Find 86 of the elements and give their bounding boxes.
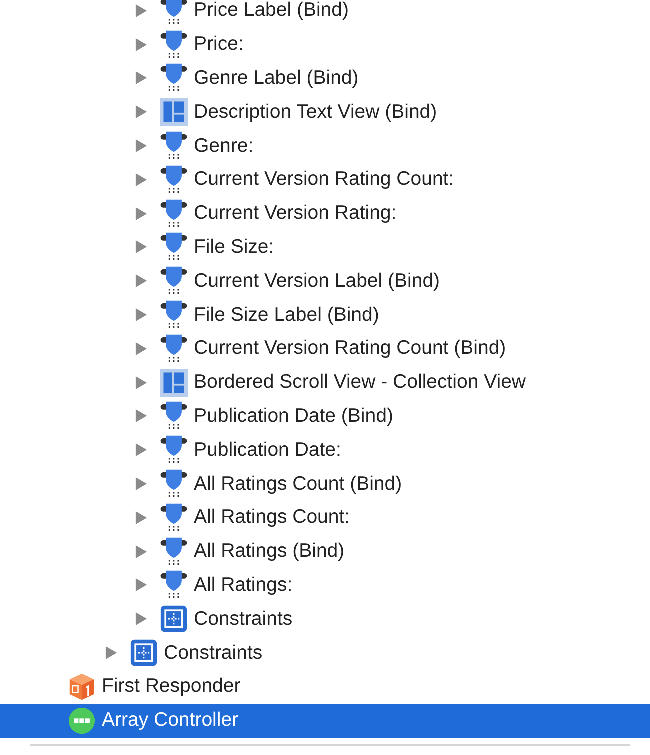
- shield-icon: [160, 198, 188, 229]
- disclosure-triangle-icon[interactable]: [135, 138, 148, 154]
- outline-row[interactable]: Publication Date (Bind): [0, 400, 650, 434]
- outline-row[interactable]: Description Text View (Bind): [0, 95, 650, 130]
- outline-row[interactable]: All Ratings (Bind): [0, 534, 650, 569]
- constraints-icon: [160, 604, 188, 634]
- outline-row[interactable]: Current Version Rating:: [0, 196, 650, 231]
- outline-row[interactable]: File Size:: [0, 230, 650, 264]
- shield-icon: [160, 300, 188, 330]
- shield-icon: [160, 0, 188, 26]
- disclosure-triangle-icon[interactable]: [135, 36, 148, 53]
- disclosure-triangle-icon[interactable]: [135, 374, 148, 391]
- row-label: File Size Label (Bind): [194, 304, 380, 327]
- row-label: Bordered Scroll View - Collection View: [194, 371, 526, 394]
- row-label: Current Version Rating Count:: [194, 168, 454, 192]
- disclosure-triangle-icon[interactable]: [135, 2, 148, 19]
- disclosure-triangle-icon[interactable]: [135, 273, 148, 290]
- shield-icon: [160, 334, 188, 364]
- disclosure-triangle-icon[interactable]: [135, 611, 148, 628]
- outline-row[interactable]: Publication Date:: [0, 433, 650, 468]
- shield-icon: [160, 570, 188, 600]
- disclosure-triangle-icon[interactable]: [135, 172, 148, 188]
- disclosure-triangle-icon[interactable]: [135, 340, 148, 357]
- outline-row[interactable]: Current Version Rating Count:: [0, 162, 650, 197]
- disclosure-triangle-icon[interactable]: [135, 104, 148, 120]
- row-label: Description Text View (Bind): [194, 100, 438, 124]
- disclosure-triangle-icon[interactable]: [135, 544, 148, 560]
- disclosure-triangle-icon[interactable]: [105, 645, 118, 662]
- disclosure-triangle-icon[interactable]: [135, 577, 148, 594]
- disclosure-triangle-icon[interactable]: [135, 442, 148, 458]
- row-label: Constraints: [194, 608, 293, 631]
- shield-icon: [160, 30, 188, 60]
- row-label: Current Version Rating:: [194, 202, 397, 226]
- shield-icon: [160, 401, 188, 432]
- constraints-icon: [130, 638, 158, 668]
- layout-icon: [160, 368, 188, 398]
- outline-row[interactable]: All Ratings Count:: [0, 500, 650, 535]
- row-label: Array Controller: [102, 709, 239, 732]
- outline-row[interactable]: Array Controller: [0, 704, 650, 738]
- row-label: Publication Date:: [194, 438, 342, 462]
- shield-icon: [160, 266, 188, 296]
- row-label: Current Version Rating Count (Bind): [194, 337, 506, 360]
- outline-row[interactable]: Price Label (Bind): [0, 0, 650, 28]
- shield-icon: [160, 536, 188, 567]
- outline-row[interactable]: All Ratings:: [0, 568, 650, 602]
- row-label: All Ratings (Bind): [194, 540, 345, 564]
- disclosure-triangle-icon[interactable]: [135, 70, 148, 86]
- disclosure-triangle-icon[interactable]: [135, 307, 148, 324]
- shield-icon: [160, 469, 188, 500]
- disclosure-triangle-icon[interactable]: [135, 510, 148, 526]
- row-label: First Responder: [102, 675, 241, 698]
- row-label: Genre:: [194, 134, 254, 158]
- outline-row[interactable]: Genre Label (Bind): [0, 62, 650, 96]
- outline-row[interactable]: Genre:: [0, 129, 650, 163]
- row-label: Publication Date (Bind): [194, 404, 394, 428]
- shield-icon: [160, 502, 188, 533]
- row-label: Constraints: [164, 642, 263, 665]
- row-label: All Ratings Count:: [194, 506, 350, 530]
- shield-icon: [160, 435, 188, 466]
- outline-row[interactable]: Price:: [0, 28, 650, 62]
- row-label: Genre Label (Bind): [194, 66, 359, 90]
- outline-row[interactable]: Constraints: [0, 636, 650, 670]
- row-label: Price:: [194, 33, 244, 56]
- row-label: All Ratings:: [194, 574, 293, 597]
- disclosure-triangle-icon[interactable]: [135, 476, 148, 492]
- row-label: File Size:: [194, 236, 274, 259]
- shield-icon: [160, 232, 188, 262]
- cube-icon: [68, 672, 96, 702]
- row-label: Current Version Label (Bind): [194, 270, 440, 293]
- row-label: Price Label (Bind): [194, 0, 349, 22]
- outline-row[interactable]: Constraints: [0, 602, 650, 636]
- outline-row[interactable]: Current Version Rating Count (Bind): [0, 332, 650, 366]
- layout-icon: [160, 97, 188, 128]
- disclosure-triangle-icon[interactable]: [135, 408, 148, 424]
- controller-icon: [68, 706, 96, 736]
- shield-icon: [160, 131, 188, 162]
- row-label: All Ratings Count (Bind): [194, 472, 402, 496]
- outline-row[interactable]: File Size Label (Bind): [0, 298, 650, 332]
- outline-row[interactable]: All Ratings Count (Bind): [0, 467, 650, 501]
- shield-icon: [160, 63, 188, 94]
- outline-row[interactable]: First Responder: [0, 670, 650, 704]
- outline-row[interactable]: Current Version Label (Bind): [0, 264, 650, 298]
- disclosure-triangle-icon[interactable]: [135, 206, 148, 222]
- disclosure-triangle-icon[interactable]: [135, 239, 148, 256]
- shield-icon: [160, 164, 188, 195]
- outline-row[interactable]: Bordered Scroll View - Collection View: [0, 366, 650, 400]
